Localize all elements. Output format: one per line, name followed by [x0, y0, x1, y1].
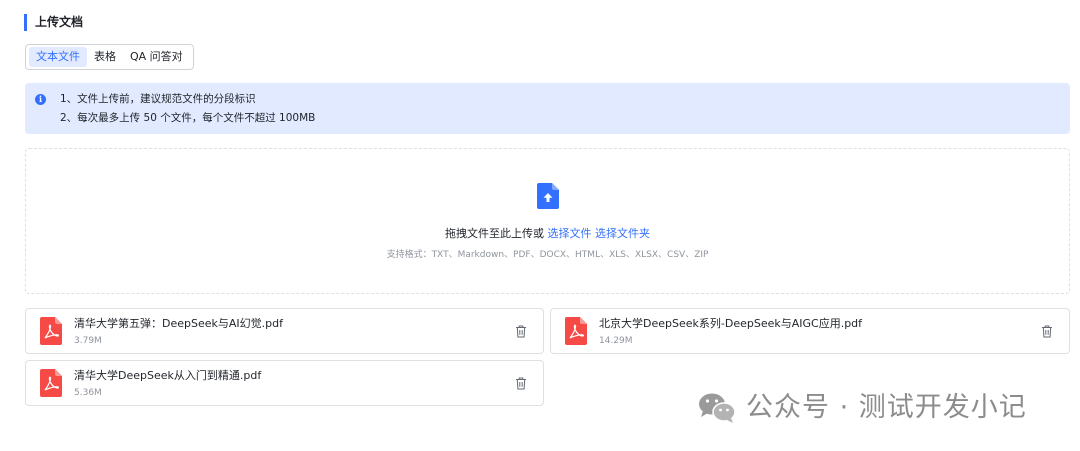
delete-icon[interactable]: [515, 377, 527, 390]
file-name: 北京大学DeepSeek系列-DeepSeek与AIGC应用.pdf: [599, 317, 863, 330]
notice-line-2: 2、每次最多上传 50 个文件，每个文件不超过 100MB: [60, 112, 316, 124]
pdf-icon: [40, 369, 62, 397]
pdf-icon: [40, 317, 62, 345]
upload-document-panel: 上传文档 文本文件 表格 QA 问答对 i 1、文件上传前，建议规范文件的分段标…: [0, 0, 1080, 451]
upload-file-icon: [537, 183, 559, 209]
pdf-icon: [565, 317, 587, 345]
delete-icon[interactable]: [515, 325, 527, 338]
file-card: 北京大学DeepSeek系列-DeepSeek与AIGC应用.pdf 14.29…: [550, 308, 1070, 354]
file-type-tabs: 文本文件 表格 QA 问答对: [25, 44, 194, 70]
upload-notice: i 1、文件上传前，建议规范文件的分段标识 2、每次最多上传 50 个文件，每个…: [25, 83, 1070, 134]
tab-table[interactable]: 表格: [87, 47, 123, 67]
select-folder-link[interactable]: 选择文件夹: [595, 227, 650, 240]
file-name: 清华大学第五弹：DeepSeek与AI幻觉.pdf: [74, 317, 283, 330]
supported-formats: 支持格式：TXT、Markdown、PDF、DOCX、HTML、XLS、XLSX…: [386, 250, 709, 260]
file-size: 5.36M: [74, 388, 102, 398]
dropzone-text: 拖拽文件至此上传或: [445, 227, 544, 240]
tab-qa-pairs[interactable]: QA 问答对: [123, 47, 190, 67]
select-file-link[interactable]: 选择文件: [548, 227, 592, 240]
file-card: 清华大学DeepSeek从入门到精通.pdf 5.36M: [25, 360, 544, 406]
watermark-text: 公众号 · 测试开发小记: [746, 392, 1027, 423]
file-size: 14.29M: [599, 336, 633, 346]
file-dropzone[interactable]: 拖拽文件至此上传或 选择文件 选择文件夹 支持格式：TXT、Markdown、P…: [25, 148, 1070, 294]
watermark: 公众号 · 测试开发小记: [698, 388, 1027, 428]
info-icon: i: [35, 94, 46, 105]
delete-icon[interactable]: [1041, 325, 1053, 338]
file-name: 清华大学DeepSeek从入门到精通.pdf: [74, 369, 262, 382]
section-title: 上传文档: [24, 14, 83, 31]
wechat-icon: [699, 393, 736, 423]
tab-text-file[interactable]: 文本文件: [29, 47, 87, 67]
dropzone-hint: 拖拽文件至此上传或 选择文件 选择文件夹: [26, 227, 1069, 241]
notice-line-1: 1、文件上传前，建议规范文件的分段标识: [60, 93, 256, 105]
file-size: 3.79M: [74, 336, 102, 346]
file-card: 清华大学第五弹：DeepSeek与AI幻觉.pdf 3.79M: [25, 308, 544, 354]
